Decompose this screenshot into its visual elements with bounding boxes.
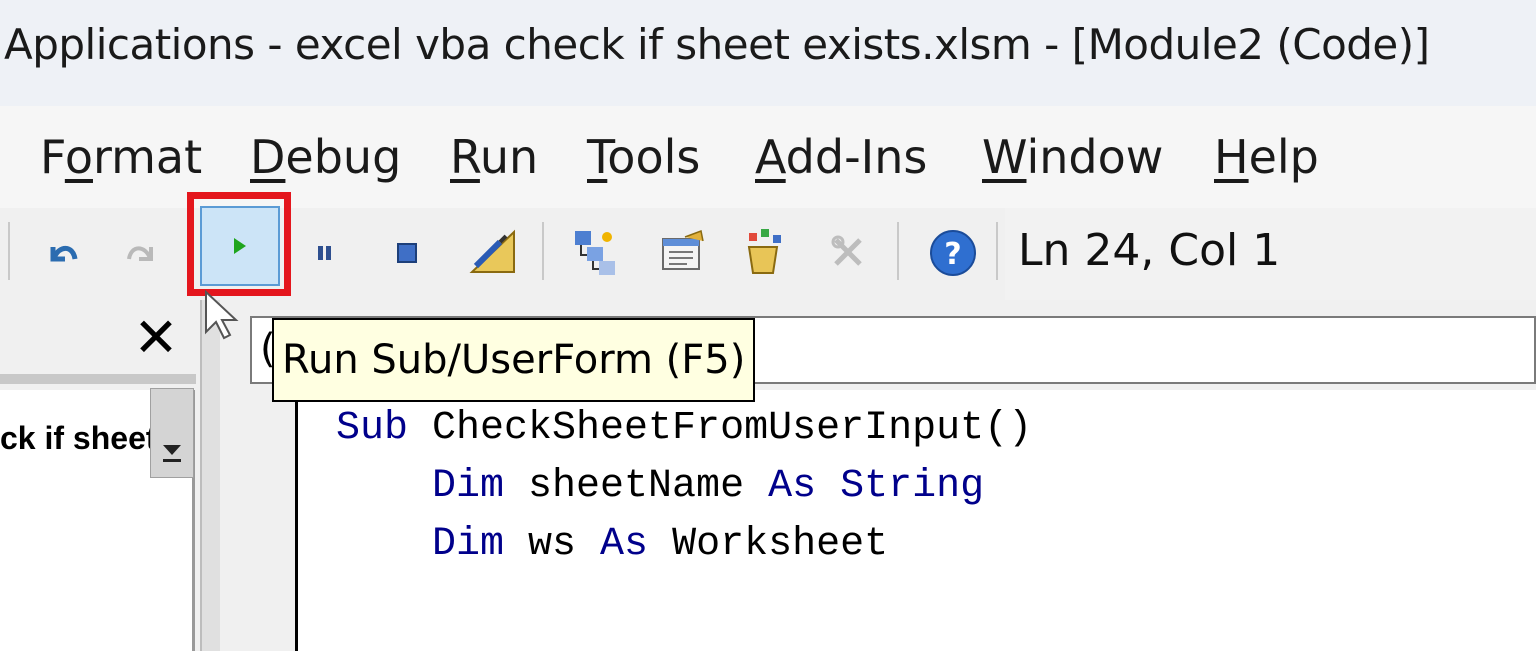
svg-text:?: ? <box>944 237 961 272</box>
toolbox-icon[interactable] <box>814 218 884 288</box>
tree-item[interactable]: ck if sheet <box>0 420 157 457</box>
window-title: Applications - excel vba check if sheet … <box>4 20 1430 69</box>
run-tooltip: Run Sub/UserForm (F5) <box>272 318 756 402</box>
help-icon[interactable]: ? <box>918 218 988 288</box>
toolbar-separator <box>897 222 899 280</box>
menu-run[interactable]: Run <box>450 130 538 184</box>
toolbar-separator <box>542 222 544 280</box>
code-line: Dim sheetName As String <box>432 464 985 509</box>
menu-help[interactable]: Help <box>1214 130 1319 184</box>
pane-header <box>0 374 196 384</box>
project-explorer-icon[interactable] <box>560 218 630 288</box>
close-icon[interactable]: ✕ <box>128 310 184 366</box>
code-editor[interactable]: Sub CheckSheetFromUserInput() Dim sheetN… <box>298 390 1536 651</box>
toolbar-separator <box>8 222 10 280</box>
cursor-position: Ln 24, Col 1 <box>1018 225 1281 276</box>
toolbar-separator <box>996 222 998 280</box>
code-line: Dim ws As Worksheet <box>432 522 889 567</box>
code-margin[interactable] <box>220 390 298 651</box>
undo-icon[interactable] <box>28 218 98 288</box>
code-line: Sub CheckSheetFromUserInput() <box>336 406 1033 451</box>
redo-icon[interactable] <box>106 218 176 288</box>
pane-splitter[interactable] <box>200 300 220 651</box>
dropdown-button[interactable] <box>150 388 194 478</box>
project-pane: ✕ ck if sheet <box>0 300 200 651</box>
run-icon <box>234 238 246 254</box>
menu-tools[interactable]: Tools <box>587 130 700 184</box>
break-icon[interactable] <box>290 218 360 288</box>
menu-debug[interactable]: Debug <box>250 130 401 184</box>
object-browser-icon[interactable] <box>728 218 798 288</box>
menu-window[interactable]: Window <box>982 130 1163 184</box>
menu-bar: Format Debug Run Tools Add-Ins Window He… <box>0 106 1536 208</box>
reset-icon[interactable] <box>372 218 442 288</box>
design-mode-icon[interactable] <box>458 218 528 288</box>
mouse-pointer-icon <box>205 289 239 340</box>
menu-add-ins[interactable]: Add-Ins <box>755 130 927 184</box>
run-sub-userform-button[interactable] <box>200 206 280 286</box>
title-bar: Applications - excel vba check if sheet … <box>0 0 1536 106</box>
menu-format[interactable]: Format <box>40 130 202 184</box>
properties-icon[interactable] <box>648 218 718 288</box>
